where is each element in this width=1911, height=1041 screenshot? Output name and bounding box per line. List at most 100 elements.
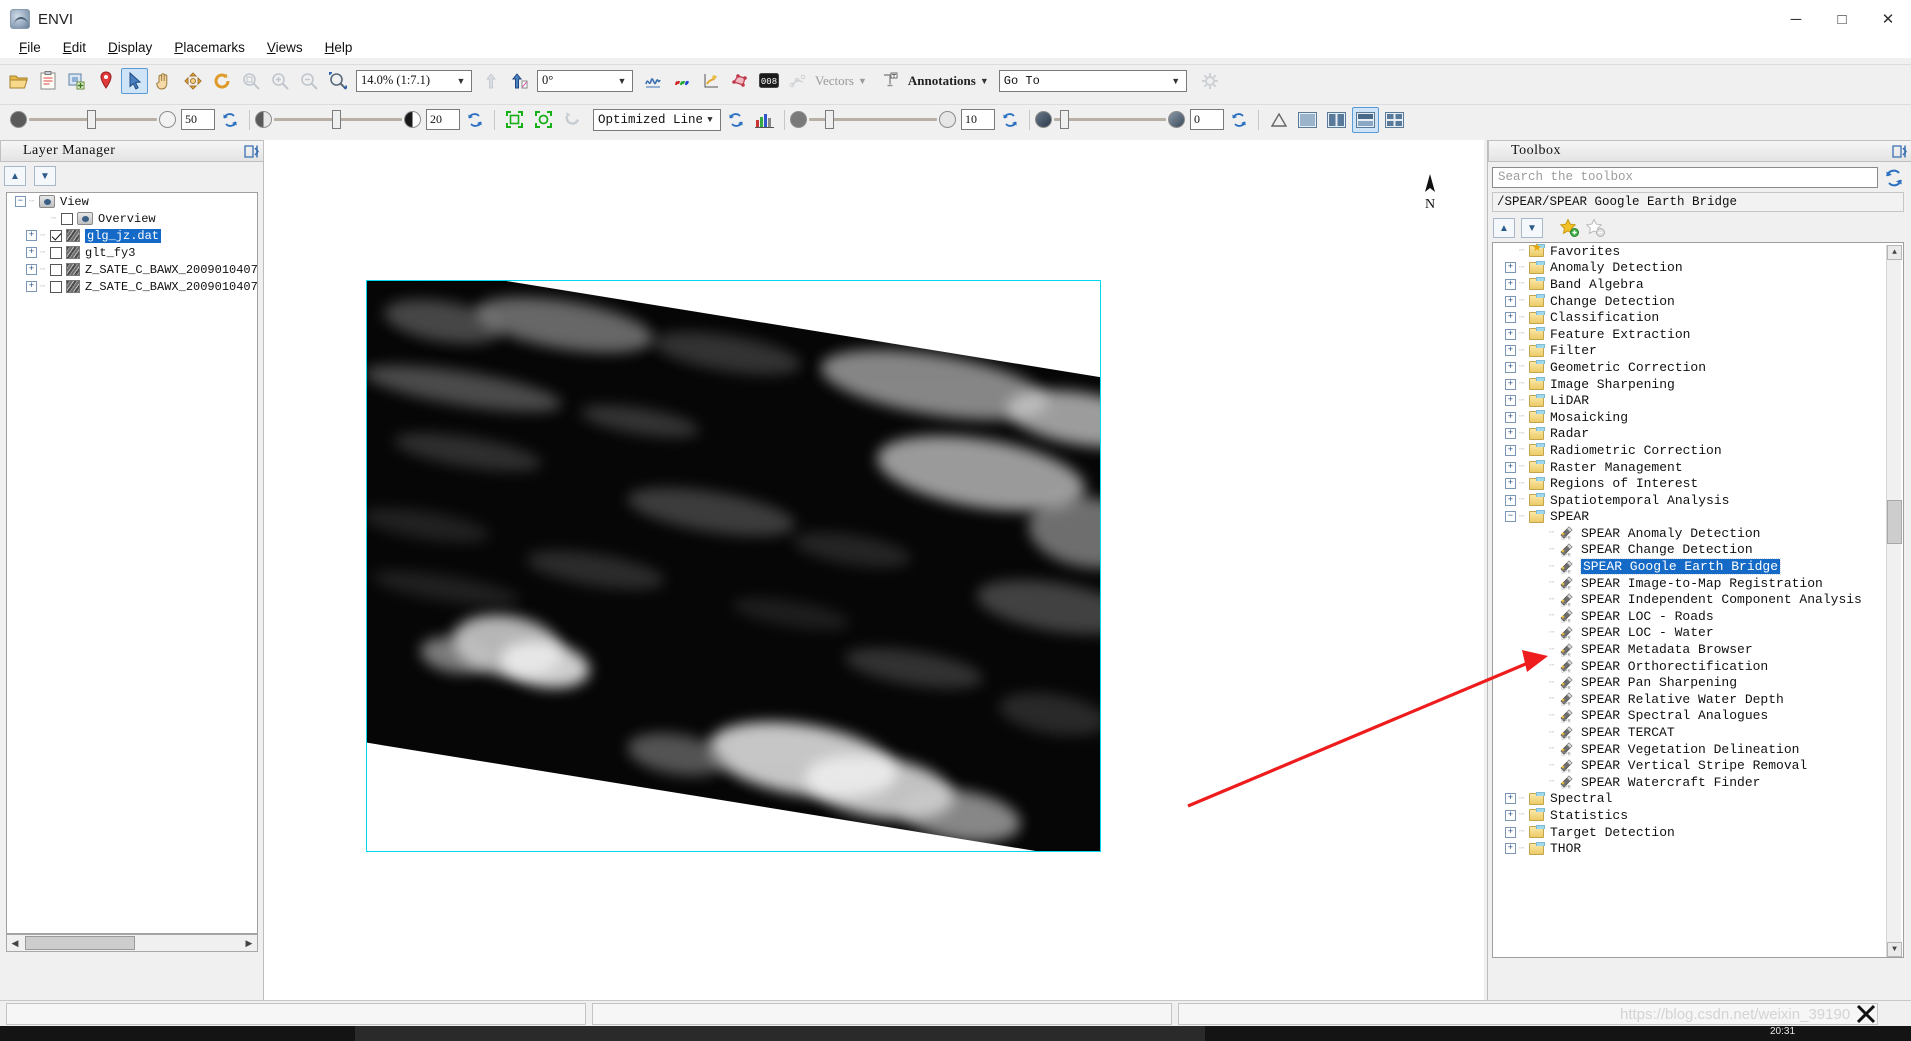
layer-tree[interactable]: − ┈ View ┈ Overview + ┈ glg_jz.dat + ┈ g… (6, 192, 258, 934)
pin-panel-icon[interactable] (244, 144, 259, 159)
transparency-value[interactable]: 0 (1190, 109, 1224, 130)
search-input[interactable]: Search the toolbox (1492, 167, 1878, 188)
toolbox-item-spear-relative-water-depth[interactable]: ┈ SPR SPEAR Relative Water Depth (1493, 691, 1903, 708)
view-four-icon[interactable] (1381, 107, 1408, 133)
close-button[interactable]: ✕ (1865, 0, 1911, 38)
brightness-slider[interactable] (29, 110, 157, 129)
contrast-slider[interactable] (274, 110, 402, 129)
expander-icon[interactable]: + (1505, 378, 1516, 390)
stretch-combo[interactable]: Optimized Linear ▼ (593, 108, 721, 131)
rotate-north-icon[interactable] (506, 68, 533, 94)
expander-icon[interactable]: + (1505, 461, 1516, 473)
reset-sharpen-icon[interactable] (996, 107, 1023, 133)
histogram-icon[interactable] (751, 107, 778, 133)
expander-icon[interactable]: + (1505, 345, 1516, 357)
rotate-icon[interactable] (208, 68, 235, 94)
crop-layer-icon[interactable] (63, 68, 90, 94)
toolbox-item-spear-orthorectification[interactable]: ┈ SPR SPEAR Orthorectification (1493, 658, 1903, 675)
toolbox-item-target-detection[interactable]: + ┈ Target Detection (1493, 824, 1903, 841)
sharpen-value[interactable]: 10 (961, 109, 995, 130)
fly-crosshair-icon[interactable] (179, 68, 206, 94)
contrast-value[interactable]: 20 (426, 109, 460, 130)
zoom-out-icon[interactable] (295, 68, 322, 94)
chevron-down-icon[interactable]: ▼ (980, 76, 989, 86)
annotations-menu-label[interactable]: Annotations (908, 73, 976, 89)
expander-icon[interactable]: + (1505, 793, 1516, 805)
expander-icon[interactable]: + (26, 247, 37, 258)
view-single-icon[interactable] (1294, 107, 1321, 133)
toolbox-item-radiometric-correction[interactable]: + ┈ Radiometric Correction (1493, 442, 1903, 459)
scroll-thumb[interactable] (25, 936, 135, 950)
toolbox-item-spear-anomaly-detection[interactable]: ┈ SPR SPEAR Anomaly Detection (1493, 525, 1903, 542)
toolbox-item-spear-loc-water[interactable]: ┈ SPR SPEAR LOC - Water (1493, 625, 1903, 641)
toolbox-item-change-detection[interactable]: + ┈ Change Detection (1493, 293, 1903, 310)
expander-icon[interactable]: + (1505, 809, 1516, 821)
refresh-toolbox-icon[interactable] (1884, 168, 1904, 188)
layer-tree-hscrollbar[interactable]: ◀ ▶ (6, 934, 258, 952)
toolbox-item-raster-management[interactable]: + ┈ Raster Management (1493, 459, 1903, 476)
toolbox-item-spear-pan-sharpening[interactable]: ┈ SPR SPEAR Pan Sharpening (1493, 674, 1903, 691)
layer-visibility-checkbox[interactable] (50, 280, 62, 293)
zoom-to-selection-icon[interactable] (324, 68, 351, 94)
menu-display[interactable]: Display (97, 38, 163, 58)
reset-transparency-icon[interactable] (1225, 107, 1252, 133)
placemark-pin-icon[interactable] (92, 68, 119, 94)
toolbox-vscrollbar[interactable]: ▲ ▼ (1886, 245, 1902, 957)
toolbox-item-spear-spectral-analogues[interactable]: ┈ SPR SPEAR Spectral Analogues (1493, 708, 1903, 724)
layer-visibility-checkbox[interactable] (50, 229, 62, 242)
toolbox-item-spatiotemporal-analysis[interactable]: + ┈ Spatiotemporal Analysis (1493, 492, 1903, 509)
menu-views[interactable]: Views (256, 38, 314, 58)
toolbox-item-anomaly-detection[interactable]: + ┈ Anomaly Detection (1493, 260, 1903, 277)
menu-edit[interactable]: Edit (52, 38, 97, 58)
menu-placemarks[interactable]: Placemarks (163, 38, 256, 58)
toolbox-item-spear-vertical-stripe-removal[interactable]: ┈ SPR SPEAR Vertical Stripe Removal (1493, 757, 1903, 774)
layer-row-overview[interactable]: ┈ Overview (7, 210, 257, 227)
annotations-icon[interactable] (877, 68, 904, 94)
scatter-plot-icon[interactable] (697, 68, 724, 94)
toolbox-item-favorites[interactable]: ┈ Favorites (1493, 243, 1903, 260)
move-layer-up-icon[interactable]: ▲ (4, 166, 26, 186)
expander-icon[interactable]: + (1505, 328, 1516, 340)
select-arrow-icon[interactable] (121, 67, 148, 94)
close-overlay-icon[interactable] (1855, 1003, 1877, 1025)
layer-row-glt-fy3[interactable]: + ┈ glt_fy3 (7, 244, 257, 261)
toolbox-item-lidar[interactable]: + ┈ LiDAR (1493, 392, 1903, 409)
toolbox-item-spectral[interactable]: + ┈ Spectral (1493, 791, 1903, 808)
measure-icon[interactable] (1265, 107, 1292, 133)
expander-icon[interactable]: + (1505, 494, 1516, 506)
expander-icon[interactable]: + (1505, 478, 1516, 490)
reset-contrast-icon[interactable] (461, 107, 488, 133)
toolbox-item-spear-tercat[interactable]: ┈ SPR SPEAR TERCAT (1493, 724, 1903, 741)
view-two-horizontal-icon[interactable] (1323, 107, 1350, 133)
maximize-button[interactable]: □ (1819, 0, 1865, 38)
go-to-combo[interactable]: Go To ▼ (998, 69, 1187, 92)
toolbox-item-radar[interactable]: + ┈ Radar (1493, 426, 1903, 443)
toolbox-item-spear-google-earth-bridge[interactable]: ┈ SPR SPEAR Google Earth Bridge (1493, 558, 1903, 576)
rotation-combo[interactable]: 0° ▼ (537, 69, 633, 92)
layer-row-zsate-1[interactable]: + ┈ Z_SATE_C_BAWX_20090104070730_ (7, 261, 257, 278)
toolbox-item-band-algebra[interactable]: + ┈ Band Algebra (1493, 276, 1903, 293)
toolbox-item-classification[interactable]: + ┈ Classification (1493, 309, 1903, 326)
view-two-vertical-icon[interactable] (1352, 106, 1379, 133)
layer-visibility-checkbox[interactable] (50, 246, 62, 259)
expander-icon[interactable]: + (1505, 361, 1516, 373)
toolbox-item-statistics[interactable]: + ┈ Statistics (1493, 807, 1903, 824)
expander-icon[interactable]: + (1505, 295, 1516, 307)
reset-stretch-icon[interactable] (722, 107, 749, 133)
transparency-slider[interactable] (1054, 110, 1166, 129)
north-up-icon[interactable] (477, 68, 504, 94)
zoom-level-combo[interactable]: 14.0% (1:7.1) ▼ (356, 69, 472, 92)
toolbox-item-spear-change-detection[interactable]: ┈ SPR SPEAR Change Detection (1493, 542, 1903, 558)
expander-icon[interactable]: + (1505, 395, 1516, 407)
toolbox-item-regions-of-interest[interactable]: + ┈ Regions of Interest (1493, 475, 1903, 492)
spectral-profile-icon[interactable] (639, 68, 666, 94)
move-down-icon[interactable]: ▼ (1521, 218, 1543, 238)
portal-refresh-icon[interactable] (559, 107, 586, 133)
zoom-in-icon[interactable] (266, 68, 293, 94)
toolbox-item-geometric-correction[interactable]: + ┈ Geometric Correction (1493, 359, 1903, 376)
expander-icon[interactable]: + (1505, 262, 1516, 274)
toolbox-item-filter[interactable]: + ┈ Filter (1493, 343, 1903, 360)
expander-icon[interactable]: + (26, 281, 37, 292)
scroll-thumb[interactable] (1887, 500, 1902, 544)
satellite-cloud-image[interactable] (366, 280, 1101, 852)
